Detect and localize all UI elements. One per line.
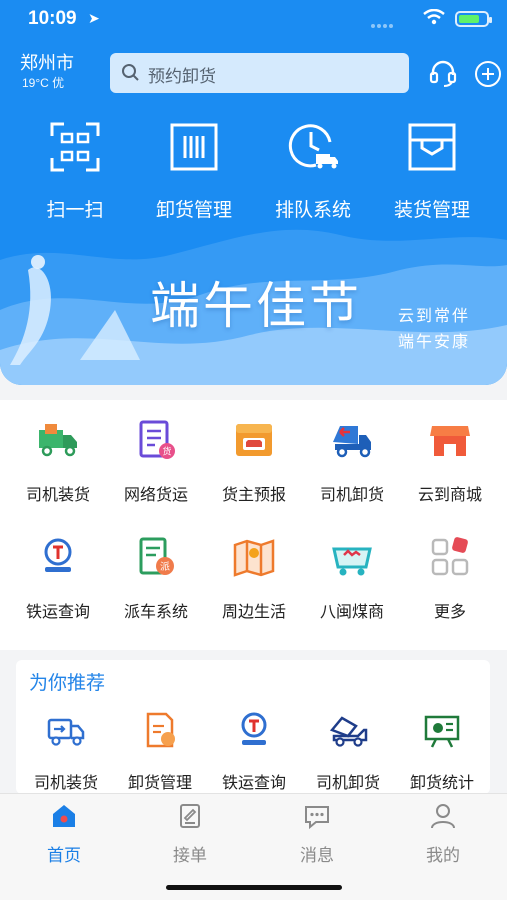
service-label: 派车系统 [123,604,188,621]
battery-icon [455,11,492,27]
wifi-icon [423,9,445,25]
svg-text:货: 货 [162,446,171,458]
driver-unload-truck-icon [333,426,371,458]
recommend-label: 铁运查询 [221,775,286,792]
service-network-freight[interactable]: 货 网络货运 [106,418,206,505]
service-coal-merchant[interactable]: 八闽煤商 [302,535,402,622]
tab-label: 接单 [173,846,207,865]
more-grid-icon [431,537,469,576]
banner-line1: 云到常伴 [398,308,471,325]
top-bar: 郑州市 19°C 优 预约卸货 [0,52,507,96]
search-placeholder: 预约卸货 [148,67,216,86]
tab-label: 消息 [300,846,334,865]
festival-banner[interactable]: 端午佳节 云到常伴 端午安康 [0,228,507,385]
driver-load-truck-icon [39,424,77,457]
quick-action-label: 卸货管理 [155,200,232,221]
quick-action-label: 排队系统 [274,200,351,221]
plus-circle-icon[interactable] [475,61,501,87]
tab-label: 我的 [426,846,460,865]
service-label: 网络货运 [123,487,188,504]
quick-action-unload-manage[interactable]: 卸货管理 [134,120,254,222]
service-label: 铁运查询 [25,604,90,621]
recommend-unload-manage[interactable]: 卸货管理 [110,710,210,793]
unload-manage-icon [170,123,218,171]
quick-action-queue[interactable]: 排队系统 [253,120,373,222]
service-label: 更多 [433,604,466,621]
service-shipper-forecast[interactable]: 货主预报 [204,418,304,505]
rail-query-icon [44,538,72,572]
service-rail-query[interactable]: 铁运查询 [8,535,108,622]
service-label: 八闽煤商 [319,604,384,621]
shop-icon [430,426,470,456]
status-bar: 10:09 ➤ [0,0,507,38]
truck-outline-icon [47,718,85,746]
service-dispatch[interactable]: 派 派车系统 [106,535,206,622]
quick-actions: 扫一扫 卸货管理 排队系统 装货管理 [0,120,507,222]
quick-action-label: 扫一扫 [46,200,104,221]
status-time: 10:09 [28,8,77,29]
message-icon [305,806,329,830]
service-label: 司机装货 [25,487,90,504]
recommend-rail-query[interactable]: 铁运查询 [204,710,304,793]
queue-clock-truck-icon [288,124,338,169]
stats-board-icon [424,715,460,748]
home-indicator[interactable] [166,885,342,890]
recommend-driver-load[interactable]: 司机装货 [16,710,116,793]
home-icon [53,805,75,827]
bottom-tab-bar: 首页 接单 消息 我的 [0,793,507,900]
order-icon [180,804,200,828]
scan-icon [50,122,100,172]
svg-text:派: 派 [160,561,170,573]
search-input[interactable]: 预约卸货 [110,53,409,93]
profile-icon [431,804,455,829]
dispatch-icon: 派 [139,537,174,575]
city-selector[interactable]: 郑州市 19°C 优 [20,52,74,91]
quick-action-load-manage[interactable]: 装货管理 [372,120,492,222]
city-name: 郑州市 [20,53,74,73]
header-hero: 10:09 ➤ 郑州市 19°C 优 预约卸货 扫一扫 卸货管理 排队系统 装货… [0,0,507,385]
rail-query-icon [241,712,267,745]
recommend-label: 司机装货 [33,775,98,792]
headset-icon[interactable] [428,58,458,88]
service-label: 货主预报 [221,487,286,504]
network-freight-icon: 货 [139,420,175,459]
recommend-title: 为你推荐 [29,673,106,694]
service-more[interactable]: 更多 [400,535,500,622]
recommend-driver-unload[interactable]: 司机卸货 [298,710,398,793]
dump-truck-icon [329,716,368,747]
service-grid: 司机装货 货 网络货运 货主预报 司机卸货 云到商城 铁运查询 派 派车系统 周… [0,400,507,650]
location-arrow-icon: ➤ [88,10,100,26]
shipper-forecast-icon [236,424,272,456]
quick-action-scan[interactable]: 扫一扫 [15,120,135,222]
recommend-label: 司机卸货 [315,775,380,792]
nearby-life-icon [233,539,275,577]
service-driver-unload[interactable]: 司机卸货 [302,418,402,505]
banner-line2: 端午安康 [398,334,471,351]
service-driver-load[interactable]: 司机装货 [8,418,108,505]
tab-profile[interactable]: 我的 [403,802,483,866]
tab-home[interactable]: 首页 [24,802,104,866]
service-label: 云到商城 [417,487,482,504]
tab-orders[interactable]: 接单 [150,802,230,866]
load-manage-icon [408,123,456,171]
service-nearby-life[interactable]: 周边生活 [204,535,304,622]
recommend-label: 卸货管理 [127,775,192,792]
signal-dots-icon [371,15,395,28]
weather-text: 19°C 优 [22,76,65,90]
quick-action-label: 装货管理 [393,200,470,221]
recommend-card: 为你推荐 司机装货 卸货管理 铁运查询 司机卸货 卸货统计 [16,660,490,794]
tab-messages[interactable]: 消息 [277,802,357,866]
coal-cart-icon [332,547,372,576]
service-label: 司机卸货 [319,487,384,504]
recommend-unload-stats[interactable]: 卸货统计 [392,710,492,793]
service-shop[interactable]: 云到商城 [400,418,500,505]
service-label: 周边生活 [221,604,286,621]
doc-manage-icon [146,712,175,748]
search-icon [122,64,139,81]
recommend-label: 卸货统计 [409,775,474,792]
banner-title: 端午佳节 [150,277,362,335]
tab-label: 首页 [47,846,81,865]
